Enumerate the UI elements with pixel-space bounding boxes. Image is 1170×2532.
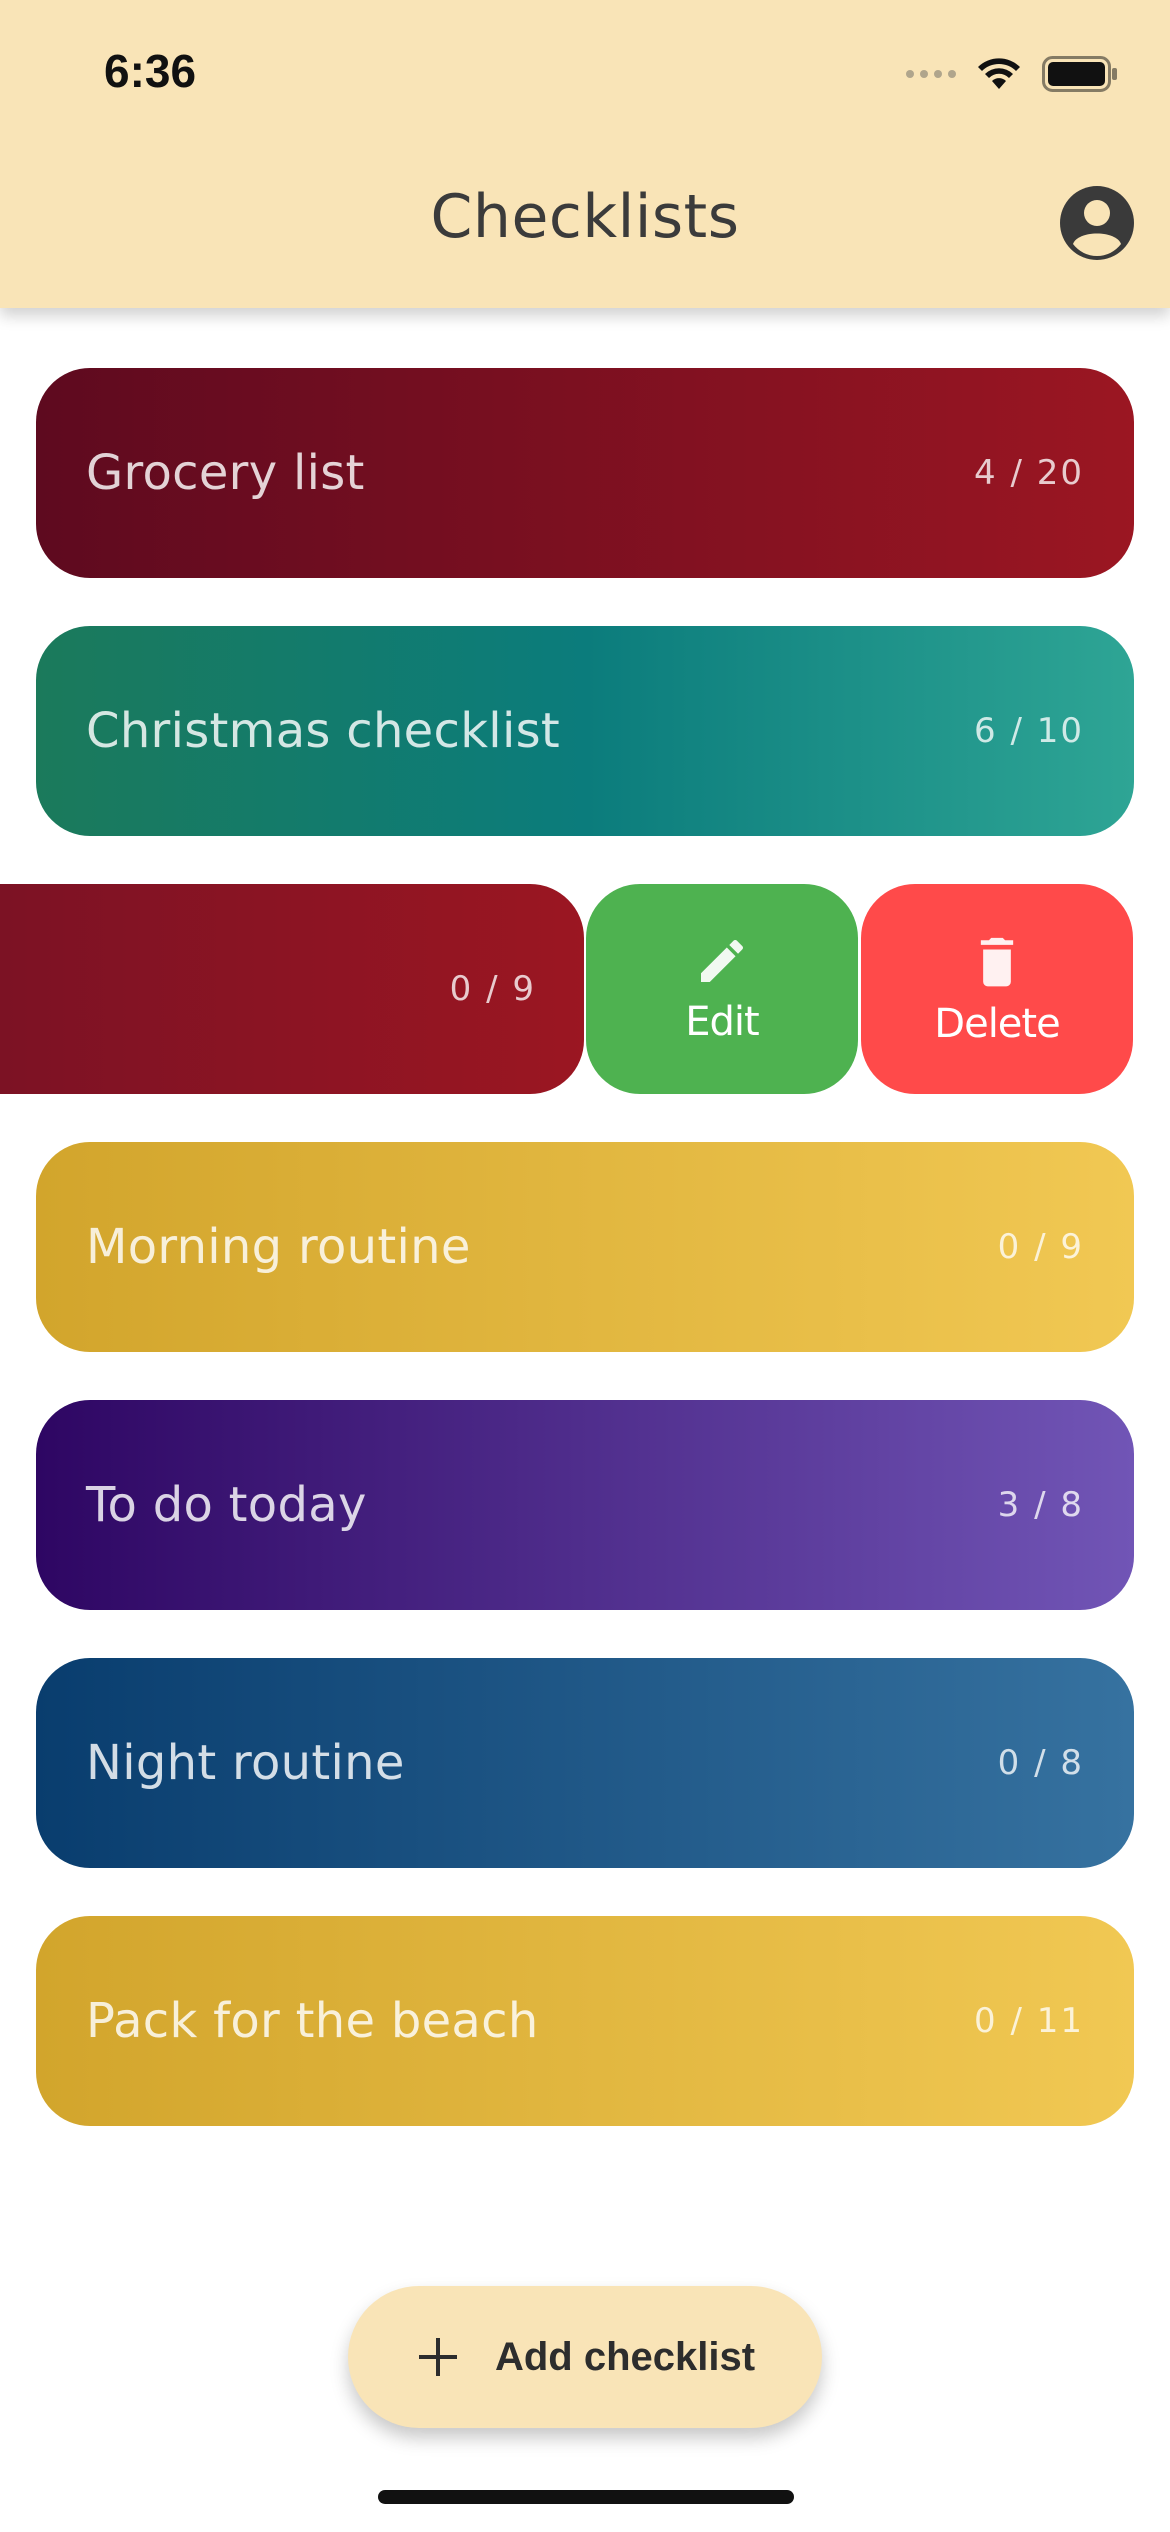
app-header: 6:36 Checklists	[0, 0, 1170, 308]
checklist-title: Christmas checklist	[86, 703, 561, 759]
account-circle-icon[interactable]	[1058, 184, 1136, 262]
checklist-card[interactable]: Christmas checklist 6 / 10	[36, 626, 1134, 836]
delete-label: Delete	[934, 1001, 1060, 1047]
battery-icon	[1042, 56, 1117, 92]
signal-icon	[906, 70, 956, 78]
edit-button[interactable]: Edit	[586, 884, 858, 1094]
pencil-icon	[701, 939, 744, 982]
wifi-icon	[978, 58, 1020, 89]
checklist-progress: 4 / 20	[974, 453, 1084, 493]
swiped-checklist-card[interactable]: 0 / 9	[0, 884, 584, 1094]
delete-button[interactable]: Delete	[861, 884, 1133, 1094]
checklist-progress: 0 / 11	[974, 2001, 1084, 2041]
checklist-card[interactable]: Night routine 0 / 8	[36, 1658, 1134, 1868]
checklist-title: Morning routine	[86, 1219, 471, 1275]
checklist-title: Grocery list	[86, 445, 365, 501]
page-title: Checklists	[430, 182, 740, 252]
checklist-progress: 0 / 9	[997, 1227, 1084, 1267]
checklist-title: Pack for the beach	[86, 1993, 539, 2049]
checklist-title: Night routine	[86, 1735, 405, 1791]
add-checklist-button[interactable]: Add checklist	[348, 2286, 822, 2428]
checklist-progress: 3 / 8	[997, 1485, 1084, 1525]
checklist-title: To do today	[86, 1477, 367, 1533]
home-indicator	[378, 2490, 794, 2504]
checklist-progress: 0 / 9	[449, 969, 536, 1009]
checklist-card[interactable]: Grocery list 4 / 20	[36, 368, 1134, 578]
checklist-progress: 6 / 10	[974, 711, 1084, 751]
edit-label: Edit	[685, 999, 759, 1045]
checklist-card[interactable]: To do today 3 / 8	[36, 1400, 1134, 1610]
status-icons	[906, 52, 1118, 96]
status-time: 6:36	[104, 45, 197, 97]
trash-icon	[980, 937, 1014, 987]
checklist-card[interactable]: Morning routine 0 / 9	[36, 1142, 1134, 1352]
add-checklist-label: Add checklist	[494, 2334, 756, 2379]
checklist-card[interactable]: Pack for the beach 0 / 11	[36, 1916, 1134, 2126]
checklist-progress: 0 / 8	[997, 1743, 1084, 1783]
plus-icon	[418, 2338, 457, 2376]
